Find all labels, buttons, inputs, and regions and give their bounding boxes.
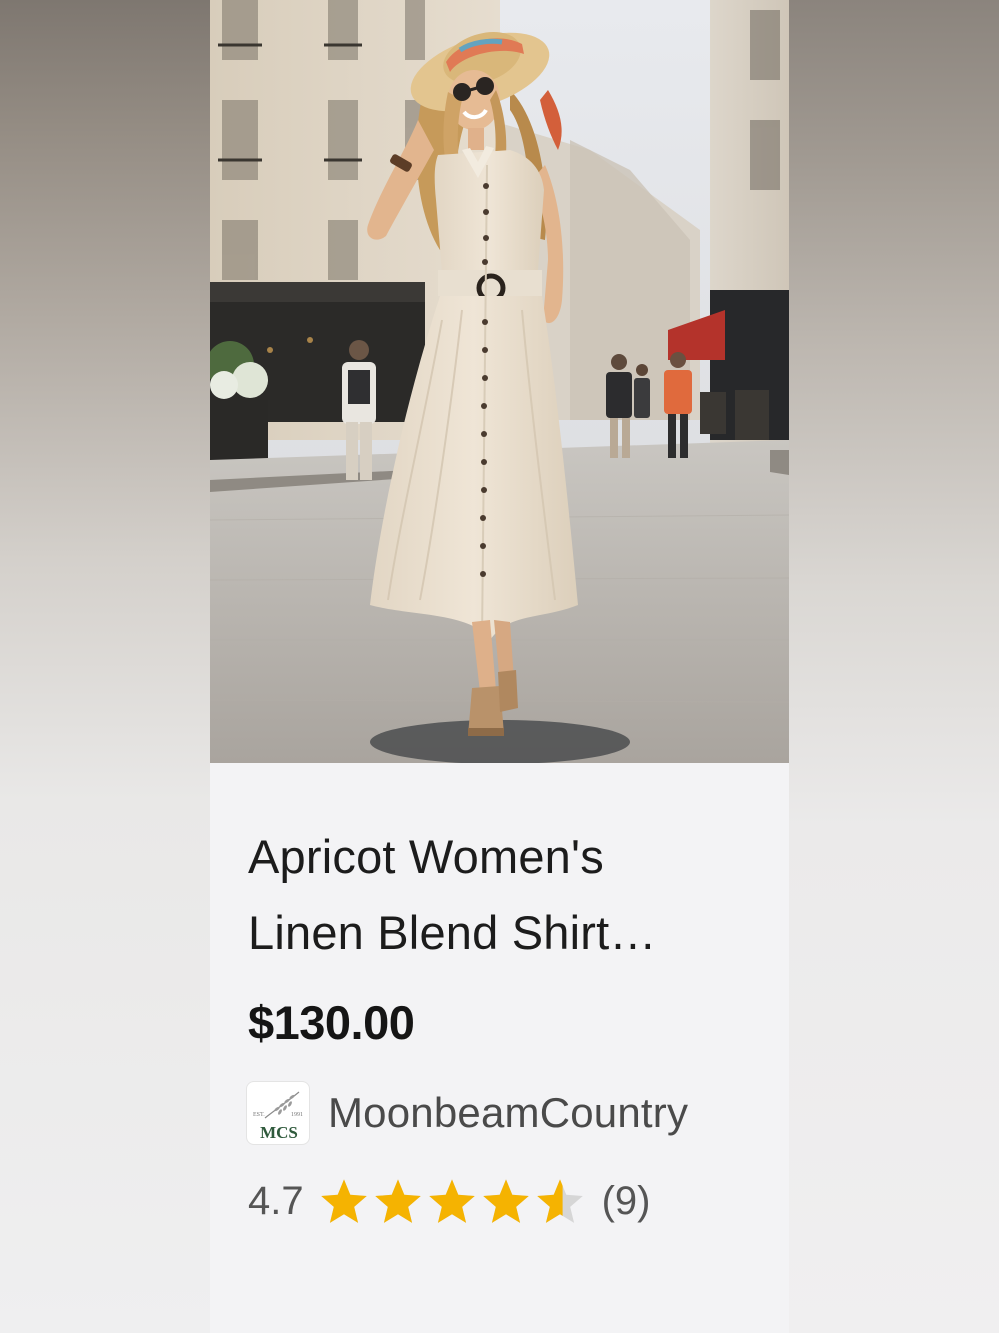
shop-logo[interactable]: EST. 1991 MCS [246,1081,310,1145]
logo-est-left: EST. [253,1112,265,1118]
product-price: $130.00 [248,996,415,1049]
star-rating [318,1176,588,1226]
review-count[interactable]: (9) [602,1179,651,1224]
rating-row[interactable]: 4.7 (9) [248,1173,651,1229]
product-title-line-1: Apricot Women's [248,830,604,883]
product-title[interactable]: Apricot Women's Linen Blend Shirt… [248,819,758,971]
logo-monogram: MCS [260,1123,298,1142]
shop-row[interactable]: EST. 1991 MCS MoonbeamCountry [246,1081,688,1145]
star-icon [428,1179,475,1223]
star-icon [374,1179,421,1223]
product-card[interactable]: Apricot Women's Linen Blend Shirt… $130.… [210,0,789,1333]
rating-value: 4.7 [248,1178,304,1223]
product-title-line-2: Linen Blend Shirt… [248,906,657,959]
background-left-blur [0,0,210,1333]
star-icon [320,1179,367,1223]
product-photo-illustration [210,0,789,763]
product-info: Apricot Women's Linen Blend Shirt… $130.… [210,763,789,1333]
logo-est-right: 1991 [291,1112,303,1118]
background-right-blur [789,0,999,1333]
wheat-logo-icon: EST. 1991 MCS [253,1091,303,1142]
star-icon [536,1179,583,1223]
shop-name[interactable]: MoonbeamCountry [328,1089,688,1137]
star-icon [482,1179,529,1223]
product-photo[interactable] [210,0,789,763]
